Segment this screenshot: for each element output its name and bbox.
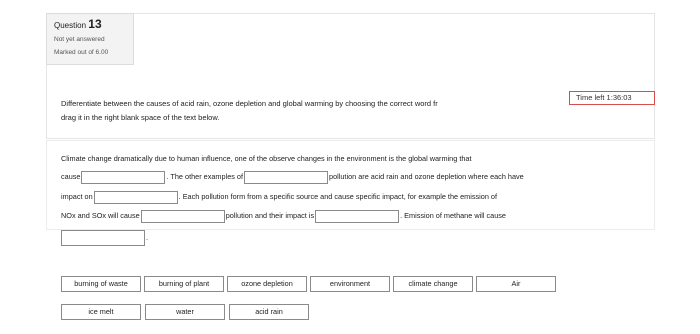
passage-text: . The other examples of	[166, 172, 244, 181]
passage-text: NOx and SOx will cause	[61, 211, 140, 220]
passage-line-1: Climate change dramatically due to human…	[61, 151, 472, 167]
drop-blank-3[interactable]	[93, 190, 178, 204]
passage-text: pollution are acid rain and ozone deplet…	[329, 172, 524, 181]
drag-word-ozone-depletion[interactable]: ozone depletion	[227, 276, 307, 292]
drag-word-environment[interactable]: environment	[310, 276, 390, 292]
drag-word-air[interactable]: Air	[476, 276, 556, 292]
passage-text: pollution and their impact is	[225, 211, 315, 220]
marks-info: Marked out of 6.00	[54, 49, 109, 56]
passage-text: Climate change dramatically due to human…	[61, 154, 472, 163]
drop-blank-6[interactable]	[61, 230, 145, 246]
word-bank-row-1: burning of waste burning of plant ozone …	[61, 276, 556, 292]
passage-line-4: NOx and SOx will cause pollution and the…	[61, 208, 506, 224]
passage-line-5: .	[61, 230, 148, 246]
time-left-badge: Time left 1:36:03	[569, 91, 655, 105]
drag-word-ice-melt[interactable]: ice melt	[61, 304, 141, 320]
drop-blank-1[interactable]	[81, 170, 166, 184]
passage-line-2: cause . The other examples of pollution …	[61, 169, 524, 185]
answer-status: Not yet answered	[54, 36, 105, 43]
question-number: 13	[88, 17, 102, 31]
question-header: Question 13	[54, 18, 126, 32]
drop-blank-5[interactable]	[315, 209, 400, 223]
passage-text: .	[146, 233, 149, 242]
drop-blank-4[interactable]	[140, 209, 225, 223]
instruction-line-1: Differentiate between the causes of acid…	[61, 99, 438, 108]
question-info-box: Question 13 Not yet answered Marked out …	[46, 13, 134, 65]
drag-word-burning-of-waste[interactable]: burning of waste	[61, 276, 141, 292]
drag-word-climate-change[interactable]: climate change	[393, 276, 473, 292]
passage-text: . Emission of methane will cause	[400, 211, 506, 220]
instruction-line-2: drag it in the right blank space of the …	[61, 113, 220, 122]
passage-text: . Each pollution form from a specific so…	[178, 192, 498, 201]
drop-blank-2[interactable]	[244, 170, 329, 184]
question-label: Question	[54, 21, 87, 30]
drag-word-water[interactable]: water	[145, 304, 225, 320]
passage-text: cause	[61, 172, 81, 181]
passage-text: impact on	[61, 192, 93, 201]
drag-word-acid-rain[interactable]: acid rain	[229, 304, 309, 320]
passage-line-3: impact on . Each pollution form from a s…	[61, 189, 497, 205]
word-bank-row-2: ice melt water acid rain	[61, 304, 309, 320]
drag-word-burning-of-plant[interactable]: burning of plant	[144, 276, 224, 292]
